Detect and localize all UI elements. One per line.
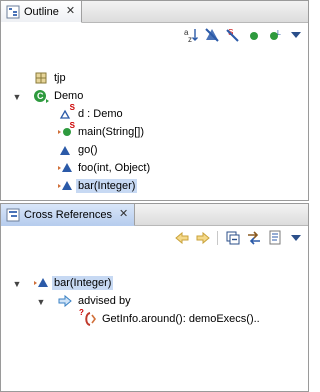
tree-item-field[interactable]: S d : Demo	[57, 103, 125, 123]
arrow-right-icon	[57, 293, 73, 309]
static-marker-icon: S	[69, 103, 75, 112]
svg-text:C: C	[37, 91, 44, 101]
hide-fields-icon[interactable]	[203, 27, 220, 44]
collapse-all-icon[interactable]	[224, 230, 241, 247]
static-marker-icon: ?	[79, 308, 84, 317]
package-icon	[33, 70, 49, 86]
xref-tab-label: Cross References	[24, 208, 113, 221]
forward-icon[interactable]	[194, 230, 211, 247]
chevron-down-icon[interactable]: ▼	[11, 278, 23, 290]
tree-item-method[interactable]: S main(String[])	[57, 121, 146, 141]
outline-view: Outline ✕ a z S	[0, 0, 309, 201]
outline-toolbar: a z S L	[182, 25, 304, 45]
sort-az-icon[interactable]: a z	[182, 27, 199, 44]
around-advice-icon: ?	[79, 308, 97, 327]
chevron-down-icon[interactable]: ▼	[35, 296, 47, 308]
tree-item-relationship[interactable]: advised by	[57, 292, 133, 310]
hide-static-icon[interactable]: S	[224, 27, 241, 44]
tree-item-label: go()	[78, 144, 98, 156]
method-icon: S	[57, 121, 75, 140]
static-marker-icon: S	[69, 121, 75, 130]
cross-references-view: Cross References ✕ ▼ bar(Integer) ▼ advi…	[0, 203, 309, 392]
outline-view-icon	[5, 4, 21, 20]
tree-item-label: main(String[])	[78, 126, 145, 138]
back-icon[interactable]	[173, 230, 190, 247]
toolbar-separator	[217, 231, 218, 245]
hide-nonpublic-icon[interactable]	[245, 27, 262, 44]
outline-tab-bar: Outline ✕	[1, 1, 308, 23]
view-menu-icon[interactable]	[287, 27, 304, 44]
tab-outline[interactable]: Outline ✕	[1, 1, 83, 23]
tree-item-label: tjp	[54, 72, 66, 84]
tree-item-label: advised by	[78, 295, 131, 307]
svg-text:z: z	[188, 35, 192, 43]
field-icon: S	[57, 103, 75, 122]
tree-item-package[interactable]: tjp	[33, 69, 68, 87]
outline-tab-label: Outline	[24, 5, 59, 18]
tree-item-label: GetInfo.around(): demoExecs()..	[102, 313, 260, 325]
show-details-icon[interactable]	[266, 230, 283, 247]
tree-item-label: foo(int, Object)	[78, 162, 151, 174]
tree-item-label: d : Demo	[78, 108, 123, 120]
xref-toolbar	[173, 228, 304, 248]
chevron-down-icon[interactable]: ▼	[11, 91, 23, 103]
class-icon: C	[33, 88, 49, 104]
tree-item-label: Demo	[54, 90, 84, 102]
tree-item-method[interactable]: go()	[57, 141, 100, 159]
tree-item-method[interactable]: bar(Integer)	[57, 177, 138, 195]
svg-text:L: L	[277, 30, 281, 37]
cross-references-view-icon	[5, 207, 21, 223]
tree-item-advice[interactable]: ? GetInfo.around(): demoExecs()..	[79, 308, 262, 328]
method-icon	[57, 160, 73, 176]
close-icon[interactable]: ✕	[66, 6, 75, 17]
method-icon	[33, 275, 49, 291]
tab-cross-references[interactable]: Cross References ✕	[1, 204, 136, 226]
link-editor-icon[interactable]	[245, 230, 262, 247]
tree-item-label: bar(Integer)	[52, 276, 114, 290]
tree-item-label: bar(Integer)	[76, 179, 138, 193]
close-icon[interactable]: ✕	[119, 209, 128, 220]
tree-item-method[interactable]: foo(int, Object)	[57, 159, 152, 177]
method-icon	[57, 178, 73, 194]
tree-item-method[interactable]: bar(Integer)	[33, 274, 114, 292]
hide-local-types-icon[interactable]: L	[266, 27, 283, 44]
tree-item-class[interactable]: C Demo	[33, 87, 85, 105]
method-icon	[57, 142, 73, 158]
xref-tab-bar: Cross References ✕	[1, 204, 308, 226]
view-menu-icon[interactable]	[287, 230, 304, 247]
